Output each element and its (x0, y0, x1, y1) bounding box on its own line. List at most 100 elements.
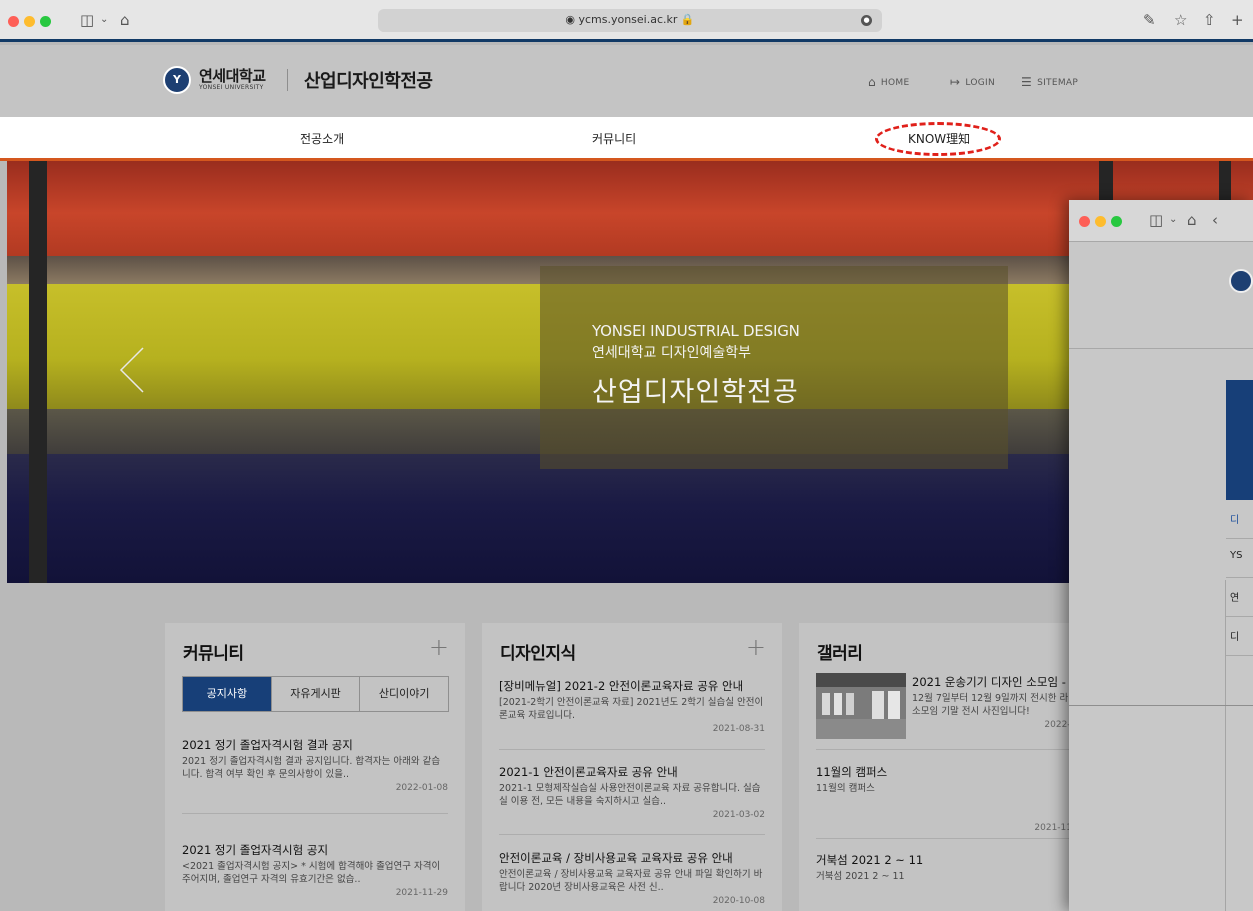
new-tab-plus-icon[interactable]: + (1231, 9, 1244, 31)
hero-banner: YONSEI INDUSTRIAL DESIGN 연세대학교 디자인예술학부 산… (7, 161, 1253, 583)
yonsei-emblem-icon[interactable]: Y (163, 66, 191, 94)
second-window-banner (1226, 380, 1253, 500)
post-date: 2020-10-08 (712, 896, 765, 906)
post-excerpt: <2021 졸업자격시험 공지> * 시험에 합격해야 졸업연구 자격이 주어지… (182, 861, 441, 885)
list-item[interactable]: 11월의 캠퍼스 11월의 캠퍼스 2021-11 (816, 765, 1082, 833)
post-date: 2021-11 (1034, 823, 1072, 833)
divider (1069, 348, 1253, 349)
post-title[interactable]: [장비메뉴얼] 2021-2 안전이론교육자료 공유 안내 (499, 679, 765, 694)
divider (499, 749, 765, 750)
tab-sandi-story[interactable]: 산디이야기 (359, 677, 448, 711)
post-title[interactable]: 2021-1 안전이론교육자료 공유 안내 (499, 765, 765, 780)
nav-item-major-intro[interactable]: 전공소개 (300, 130, 344, 147)
post-excerpt: 11월의 캠퍼스 (816, 783, 875, 794)
post-excerpt: [2021-2학기 안전이론교육 자료] 2021년도 2학기 실습실 안전이론… (499, 697, 764, 721)
list-item[interactable]: 디 (1226, 617, 1253, 656)
list-item[interactable]: [장비메뉴얼] 2021-2 안전이론교육자료 공유 안내 [2021-2학기 … (499, 679, 765, 734)
post-title[interactable]: 11월의 캠퍼스 (816, 765, 1082, 780)
nav-item-community[interactable]: 커뮤니티 (592, 130, 636, 147)
chevron-down-icon[interactable]: ⌄ (1169, 209, 1177, 231)
chevron-down-icon[interactable]: ⌄ (100, 9, 108, 31)
post-title[interactable]: 2021 정기 졸업자격시험 결과 공지 (182, 738, 448, 753)
design-knowledge-card: 디자인지식 + [장비메뉴얼] 2021-2 안전이론교육자료 공유 안내 [2… (482, 623, 782, 911)
list-item[interactable]: 디 (1226, 500, 1253, 539)
post-date: 2021-11-29 (395, 888, 448, 898)
post-date: 2021-03-02 (712, 810, 765, 820)
gallery-card: 갤러리 2021 운송기기 디자인 소모임 - 12월 7일부터 12월 9일까… (799, 623, 1089, 911)
list-item[interactable]: 안전이론교육 / 장비사용교육 교육자료 공유 안내 안전이론교육 / 장비사용… (499, 851, 765, 906)
hero-caption-box: YONSEI INDUSTRIAL DESIGN 연세대학교 디자인예술학부 산… (540, 266, 1008, 469)
community-card: 커뮤니티 + 공지사항 자유게시판 산디이야기 2021 정기 졸업자격시험 결… (165, 623, 465, 911)
address-bar[interactable]: ◉ ycms.yonsei.ac.kr 🔒 ● (378, 9, 882, 32)
site-title[interactable]: 산업디자인학전공 (304, 67, 433, 93)
divider (816, 838, 1072, 839)
sidebar-toggle-icon[interactable]: ◫ (1149, 209, 1163, 231)
post-date: 2022-01 (1044, 720, 1082, 730)
list-item[interactable]: 2021 운송기기 디자인 소모임 - 12월 7일부터 12월 9일까지 전시… (912, 675, 1082, 730)
yonsei-emblem-icon[interactable] (1229, 269, 1253, 293)
sidebar-toggle-icon[interactable]: ◫ (80, 9, 94, 31)
gallery-title: 갤러리 (817, 644, 863, 664)
bookmark-star-icon[interactable]: ☆ (1174, 9, 1187, 31)
home-link[interactable]: ⌂ HOME (868, 75, 909, 89)
sitemap-link[interactable]: ☰ SITEMAP (1021, 75, 1078, 89)
home-icon[interactable]: ⌂ (1187, 209, 1197, 231)
design-knowledge-title: 디자인지식 (500, 644, 576, 664)
post-excerpt: 거북섬 2021 2 ~ 11 (816, 871, 905, 882)
hero-image-blue-band (7, 454, 1253, 583)
plus-icon[interactable]: + (746, 635, 766, 659)
community-tabs: 공지사항 자유게시판 산디이야기 (182, 676, 449, 712)
divider (499, 834, 765, 835)
highlight-annotation-ellipse (875, 122, 1001, 156)
list-item[interactable]: YS (1226, 539, 1253, 578)
university-logo-text[interactable]: 연세대학교 (199, 65, 266, 86)
login-arrow-icon: ↦ (950, 75, 961, 89)
list-item[interactable]: 2021-1 안전이론교육자료 공유 안내 2021-1 모형제작실습실 사용안… (499, 765, 765, 820)
maximize-window-button[interactable] (40, 16, 51, 27)
second-browser-window[interactable]: ◫ ⌄ ⌂ ‹ 디 YS 연 디 (1069, 200, 1253, 911)
list-item[interactable]: 2021 정기 졸업자격시험 공지 <2021 졸업자격시험 공지> * 시험에… (182, 843, 448, 898)
close-window-button[interactable] (1079, 216, 1090, 227)
address-text: ◉ ycms.yonsei.ac.kr 🔒 (378, 13, 882, 26)
main-nav: 전공소개 커뮤니티 KNOW理知 (0, 117, 1253, 158)
tab-notice[interactable]: 공지사항 (183, 677, 271, 711)
minimize-window-button[interactable] (1095, 216, 1106, 227)
divider (182, 813, 448, 814)
post-title[interactable]: 안전이론교육 / 장비사용교육 교육자료 공유 안내 (499, 851, 765, 866)
back-chevron-icon[interactable]: ‹ (1212, 209, 1218, 231)
home-icon[interactable]: ⌂ (120, 9, 130, 31)
maximize-window-button[interactable] (1111, 216, 1122, 227)
post-date: 2021-08-31 (712, 724, 765, 734)
second-window-toolbar: ◫ ⌄ ⌂ ‹ (1069, 200, 1253, 242)
post-excerpt: 안전이론교육 / 장비사용교육 교육자료 공유 안내 파일 확인하기 바랍니다 … (499, 869, 763, 893)
gallery-thumbnail[interactable] (816, 673, 906, 739)
list-icon: ☰ (1021, 75, 1033, 89)
minimize-window-button[interactable] (24, 16, 35, 27)
post-excerpt: 12월 7일부터 12월 9일까지 전시한 라타 소모임 기말 전시 사진입니다… (912, 693, 1077, 717)
reader-edit-icon[interactable]: ✎ (1143, 9, 1156, 31)
hero-image-post (29, 161, 47, 583)
logo-divider (287, 69, 288, 91)
post-title[interactable]: 거북섬 2021 2 ~ 11 (816, 853, 1082, 868)
divider (1225, 580, 1226, 911)
url-text: ycms.yonsei.ac.kr (578, 13, 678, 26)
plus-icon[interactable]: + (429, 635, 449, 659)
post-title[interactable]: 2021 운송기기 디자인 소모임 - (912, 675, 1082, 690)
close-window-button[interactable] (8, 16, 19, 27)
hero-caption-english: YONSEI INDUSTRIAL DESIGN (592, 322, 800, 340)
login-link[interactable]: ↦ LOGIN (950, 75, 995, 89)
content-area: 커뮤니티 + 공지사항 자유게시판 산디이야기 2021 정기 졸업자격시험 결… (0, 583, 1253, 911)
list-item[interactable]: 2021 정기 졸업자격시험 결과 공지 2021 정기 졸업자격시험 결과 공… (182, 738, 448, 793)
login-link-label: LOGIN (965, 78, 995, 88)
share-icon[interactable]: ⇧ (1203, 9, 1216, 31)
hero-prev-arrow-icon[interactable] (119, 346, 145, 394)
record-icon[interactable]: ● (861, 15, 872, 26)
tab-free-board[interactable]: 자유게시판 (270, 677, 360, 711)
hero-caption-major: 산업디자인학전공 (592, 377, 799, 408)
post-date: 2022-01-08 (395, 783, 448, 793)
list-item[interactable]: 연 (1226, 578, 1253, 617)
list-item[interactable]: 거북섬 2021 2 ~ 11 거북섬 2021 2 ~ 11 (816, 853, 1082, 883)
post-excerpt: 2021-1 모형제작실습실 사용안전이론교육 자료 공유합니다. 실습실 이용… (499, 783, 761, 807)
divider (816, 749, 1072, 750)
post-title[interactable]: 2021 정기 졸업자격시험 공지 (182, 843, 448, 858)
